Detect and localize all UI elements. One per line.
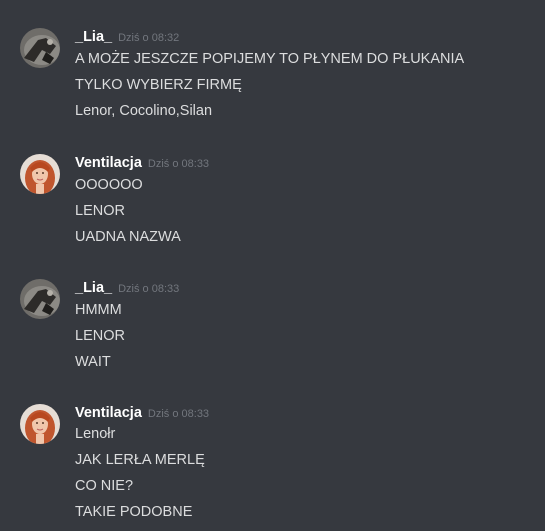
username[interactable]: _Lia_	[75, 280, 112, 296]
message-line: LENOR	[75, 203, 125, 219]
message-line: OOOOOO	[75, 177, 143, 193]
message-header: _Lia_ Dziś o 08:33	[75, 279, 179, 299]
message-line: A MOŻE JESZCZE POPIJEMY TO PŁYNEM DO PŁU…	[75, 51, 465, 67]
message-header: _Lia_ Dziś o 08:32	[75, 28, 179, 48]
message-line: Lenołr	[75, 426, 116, 442]
message-line: TYLKO WYBIERZ FIRMĘ	[75, 77, 242, 93]
avatar[interactable]	[20, 28, 60, 68]
message-header: Ventilacja Dziś o 08:33	[75, 404, 209, 424]
message-line: TAKIE PODOBNE	[75, 504, 193, 520]
message-header: Ventilacja Dziś o 08:33	[75, 154, 209, 174]
timestamp: Dziś o 08:33	[118, 283, 180, 295]
username[interactable]: Ventilacja	[75, 405, 142, 421]
message-line: CO NIE?	[75, 478, 134, 494]
avatar[interactable]	[20, 404, 60, 444]
avatar[interactable]	[20, 154, 60, 194]
message-line: WAIT	[75, 354, 111, 370]
timestamp: Dziś o 08:33	[147, 158, 210, 170]
username[interactable]: _Lia_	[75, 29, 112, 45]
timestamp: Dziś o 08:33	[147, 408, 210, 420]
chat-messages: _Lia_ Dziś o 08:32 A MOŻE JESZCZE POPIJEM…	[0, 0, 545, 531]
message-line: LENOR	[75, 328, 125, 344]
timestamp: Dziś o 08:32	[118, 32, 180, 44]
username[interactable]: Ventilacja	[75, 155, 142, 171]
message-line: HMMM	[75, 302, 122, 318]
message-line: UADNA NAZWA	[75, 229, 181, 245]
avatar[interactable]	[20, 279, 60, 319]
message-line: Lenor, Cocolino,Silan	[75, 103, 213, 119]
message-line: JAK LERŁA MERLĘ	[75, 452, 205, 468]
